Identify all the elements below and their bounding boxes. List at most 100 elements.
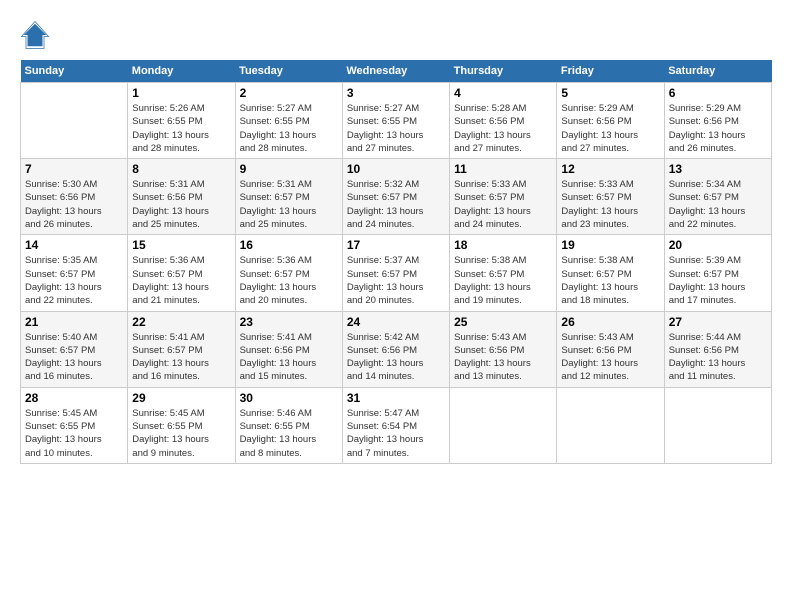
header-day-tuesday: Tuesday	[235, 60, 342, 83]
calendar-cell: 2Sunrise: 5:27 AMSunset: 6:55 PMDaylight…	[235, 83, 342, 159]
calendar-cell: 7Sunrise: 5:30 AMSunset: 6:56 PMDaylight…	[21, 159, 128, 235]
day-number: 14	[25, 238, 123, 252]
day-number: 5	[561, 86, 659, 100]
day-info: Sunrise: 5:47 AMSunset: 6:54 PMDaylight:…	[347, 407, 445, 460]
header-day-monday: Monday	[128, 60, 235, 83]
calendar-cell	[664, 387, 771, 463]
week-row-4: 21 Sunrise: 5:40 AMSunset: 6:57 PMDayligh…	[21, 311, 772, 387]
day-number: 17	[347, 238, 445, 252]
day-number: 29	[132, 391, 230, 405]
calendar-cell: 29 Sunrise: 5:45 AMSunset: 6:55 PMDayligh…	[128, 387, 235, 463]
page: SundayMondayTuesdayWednesdayThursdayFrid…	[0, 0, 792, 612]
header	[20, 20, 772, 50]
day-number: 11	[454, 162, 552, 176]
day-info: Sunrise: 5:41 AMSunset: 6:57 PMDaylight:…	[132, 331, 230, 384]
day-info: Sunrise: 5:32 AMSunset: 6:57 PMDaylight:…	[347, 178, 445, 231]
day-number: 24	[347, 315, 445, 329]
day-number: 28	[25, 391, 123, 405]
calendar-header: SundayMondayTuesdayWednesdayThursdayFrid…	[21, 60, 772, 83]
calendar-cell: 14Sunrise: 5:35 AMSunset: 6:57 PMDayligh…	[21, 235, 128, 311]
day-info: Sunrise: 5:31 AMSunset: 6:56 PMDaylight:…	[132, 178, 230, 231]
calendar-cell: 30 Sunrise: 5:46 AMSunset: 6:55 PMDayligh…	[235, 387, 342, 463]
calendar-cell: 10 Sunrise: 5:32 AMSunset: 6:57 PMDayligh…	[342, 159, 449, 235]
day-number: 19	[561, 238, 659, 252]
day-info: Sunrise: 5:45 AMSunset: 6:55 PMDaylight:…	[25, 407, 123, 460]
day-info: Sunrise: 5:33 AMSunset: 6:57 PMDaylight:…	[454, 178, 552, 231]
day-number: 27	[669, 315, 767, 329]
calendar-cell: 25Sunrise: 5:43 AMSunset: 6:56 PMDayligh…	[450, 311, 557, 387]
header-day-saturday: Saturday	[664, 60, 771, 83]
calendar-cell: 18 Sunrise: 5:38 AMSunset: 6:57 PMDayligh…	[450, 235, 557, 311]
calendar-cell: 19 Sunrise: 5:38 AMSunset: 6:57 PMDayligh…	[557, 235, 664, 311]
day-number: 8	[132, 162, 230, 176]
calendar-cell: 12 Sunrise: 5:33 AMSunset: 6:57 PMDayligh…	[557, 159, 664, 235]
calendar-cell: 31Sunrise: 5:47 AMSunset: 6:54 PMDayligh…	[342, 387, 449, 463]
day-info: Sunrise: 5:37 AMSunset: 6:57 PMDaylight:…	[347, 254, 445, 307]
day-number: 4	[454, 86, 552, 100]
day-number: 18	[454, 238, 552, 252]
calendar-cell: 8 Sunrise: 5:31 AMSunset: 6:56 PMDaylight…	[128, 159, 235, 235]
day-number: 9	[240, 162, 338, 176]
day-info: Sunrise: 5:45 AMSunset: 6:55 PMDaylight:…	[132, 407, 230, 460]
day-number: 25	[454, 315, 552, 329]
calendar-cell: 20 Sunrise: 5:39 AMSunset: 6:57 PMDayligh…	[664, 235, 771, 311]
logo-icon	[20, 20, 50, 50]
header-row: SundayMondayTuesdayWednesdayThursdayFrid…	[21, 60, 772, 83]
calendar-cell	[21, 83, 128, 159]
day-number: 12	[561, 162, 659, 176]
day-info: Sunrise: 5:36 AMSunset: 6:57 PMDaylight:…	[240, 254, 338, 307]
calendar-cell: 16 Sunrise: 5:36 AMSunset: 6:57 PMDayligh…	[235, 235, 342, 311]
day-number: 15	[132, 238, 230, 252]
week-row-2: 7Sunrise: 5:30 AMSunset: 6:56 PMDaylight…	[21, 159, 772, 235]
day-number: 13	[669, 162, 767, 176]
day-number: 20	[669, 238, 767, 252]
calendar-cell: 27Sunrise: 5:44 AMSunset: 6:56 PMDayligh…	[664, 311, 771, 387]
day-number: 23	[240, 315, 338, 329]
day-number: 3	[347, 86, 445, 100]
header-day-thursday: Thursday	[450, 60, 557, 83]
calendar-cell: 11 Sunrise: 5:33 AMSunset: 6:57 PMDayligh…	[450, 159, 557, 235]
day-info: Sunrise: 5:33 AMSunset: 6:57 PMDaylight:…	[561, 178, 659, 231]
calendar-cell: 9Sunrise: 5:31 AMSunset: 6:57 PMDaylight…	[235, 159, 342, 235]
day-info: Sunrise: 5:36 AMSunset: 6:57 PMDaylight:…	[132, 254, 230, 307]
calendar-cell: 28 Sunrise: 5:45 AMSunset: 6:55 PMDayligh…	[21, 387, 128, 463]
day-info: Sunrise: 5:40 AMSunset: 6:57 PMDaylight:…	[25, 331, 123, 384]
day-number: 22	[132, 315, 230, 329]
calendar-cell: 15 Sunrise: 5:36 AMSunset: 6:57 PMDayligh…	[128, 235, 235, 311]
day-number: 1	[132, 86, 230, 100]
calendar-cell: 1 Sunrise: 5:26 AMSunset: 6:55 PMDaylight…	[128, 83, 235, 159]
calendar-cell: 5Sunrise: 5:29 AMSunset: 6:56 PMDaylight…	[557, 83, 664, 159]
week-row-1: 1 Sunrise: 5:26 AMSunset: 6:55 PMDaylight…	[21, 83, 772, 159]
day-info: Sunrise: 5:43 AMSunset: 6:56 PMDaylight:…	[561, 331, 659, 384]
day-info: Sunrise: 5:27 AMSunset: 6:55 PMDaylight:…	[347, 102, 445, 155]
day-number: 10	[347, 162, 445, 176]
day-number: 21	[25, 315, 123, 329]
logo	[20, 20, 54, 50]
day-number: 26	[561, 315, 659, 329]
calendar-cell: 17 Sunrise: 5:37 AMSunset: 6:57 PMDayligh…	[342, 235, 449, 311]
week-row-3: 14Sunrise: 5:35 AMSunset: 6:57 PMDayligh…	[21, 235, 772, 311]
day-number: 2	[240, 86, 338, 100]
calendar-cell: 23Sunrise: 5:41 AMSunset: 6:56 PMDayligh…	[235, 311, 342, 387]
calendar-cell: 4Sunrise: 5:28 AMSunset: 6:56 PMDaylight…	[450, 83, 557, 159]
day-number: 16	[240, 238, 338, 252]
header-day-sunday: Sunday	[21, 60, 128, 83]
calendar-cell: 6Sunrise: 5:29 AMSunset: 6:56 PMDaylight…	[664, 83, 771, 159]
calendar-cell: 22 Sunrise: 5:41 AMSunset: 6:57 PMDayligh…	[128, 311, 235, 387]
day-info: Sunrise: 5:46 AMSunset: 6:55 PMDaylight:…	[240, 407, 338, 460]
calendar-body: 1 Sunrise: 5:26 AMSunset: 6:55 PMDaylight…	[21, 83, 772, 464]
day-info: Sunrise: 5:38 AMSunset: 6:57 PMDaylight:…	[561, 254, 659, 307]
day-number: 7	[25, 162, 123, 176]
day-number: 30	[240, 391, 338, 405]
calendar-cell: 3 Sunrise: 5:27 AMSunset: 6:55 PMDaylight…	[342, 83, 449, 159]
day-number: 6	[669, 86, 767, 100]
calendar-cell: 21 Sunrise: 5:40 AMSunset: 6:57 PMDayligh…	[21, 311, 128, 387]
calendar-cell: 13Sunrise: 5:34 AMSunset: 6:57 PMDayligh…	[664, 159, 771, 235]
day-info: Sunrise: 5:42 AMSunset: 6:56 PMDaylight:…	[347, 331, 445, 384]
calendar-cell: 24 Sunrise: 5:42 AMSunset: 6:56 PMDayligh…	[342, 311, 449, 387]
calendar-cell	[450, 387, 557, 463]
day-info: Sunrise: 5:39 AMSunset: 6:57 PMDaylight:…	[669, 254, 767, 307]
calendar-cell	[557, 387, 664, 463]
day-info: Sunrise: 5:38 AMSunset: 6:57 PMDaylight:…	[454, 254, 552, 307]
day-info: Sunrise: 5:26 AMSunset: 6:55 PMDaylight:…	[132, 102, 230, 155]
